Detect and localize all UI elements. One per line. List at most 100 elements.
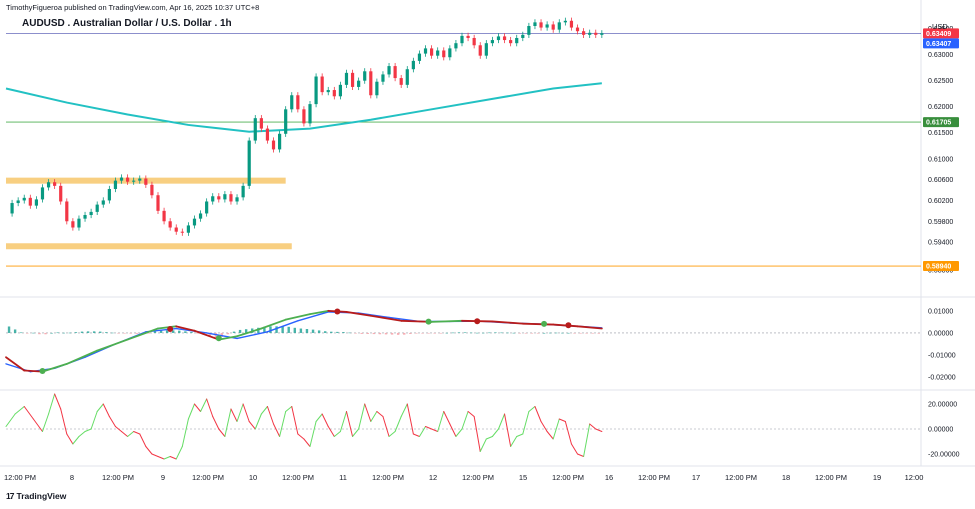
price-tick-label: 0.59400 bbox=[928, 240, 953, 247]
macd-histogram-bar bbox=[567, 332, 570, 334]
candle-body bbox=[308, 104, 312, 124]
price-tick-label: 0.62000 bbox=[928, 104, 953, 111]
candle-body bbox=[326, 90, 330, 93]
macd-histogram-bar bbox=[360, 332, 363, 334]
candle-body bbox=[107, 188, 111, 201]
macd-histogram-bar bbox=[105, 332, 108, 333]
time-tick-label: 11 bbox=[339, 473, 347, 482]
momentum-line bbox=[358, 403, 366, 430]
momentum-line bbox=[479, 438, 487, 452]
tradingview-brand[interactable]: 17 TradingView bbox=[6, 491, 66, 501]
price-tick-label: 0.62500 bbox=[928, 78, 953, 85]
price-tick-label: 0.61500 bbox=[928, 130, 953, 137]
candle-body bbox=[83, 215, 87, 219]
candle-body bbox=[150, 184, 154, 196]
candle-body bbox=[241, 185, 245, 198]
momentum-line bbox=[242, 403, 250, 422]
candle-body bbox=[259, 118, 263, 129]
macd-histogram-bar bbox=[390, 332, 394, 335]
macd-histogram-bar bbox=[482, 332, 485, 334]
candle-body bbox=[10, 203, 14, 214]
macd-histogram-bar bbox=[26, 332, 29, 334]
candle-body bbox=[278, 133, 282, 150]
momentum-line bbox=[78, 431, 86, 437]
macd-line bbox=[430, 319, 463, 323]
momentum-line bbox=[376, 411, 384, 417]
candle-body bbox=[46, 182, 51, 188]
momentum-line bbox=[90, 411, 98, 430]
macd-histogram-bar bbox=[500, 332, 503, 334]
momentum-line bbox=[121, 431, 129, 437]
momentum-line bbox=[303, 438, 311, 447]
momentum-line bbox=[114, 426, 123, 432]
candle-body bbox=[28, 197, 32, 206]
candle-body bbox=[381, 74, 385, 82]
momentum-tick-label: -20.00000 bbox=[928, 452, 960, 459]
momentum-line bbox=[14, 406, 25, 415]
momentum-line bbox=[163, 456, 171, 460]
support-resistance-zone bbox=[6, 243, 292, 250]
macd-histogram-bar bbox=[476, 332, 479, 334]
momentum-line bbox=[133, 431, 141, 435]
candle-body bbox=[132, 180, 136, 182]
macd-line bbox=[5, 356, 26, 372]
macd-cross-marker bbox=[541, 320, 548, 327]
time-tick-label: 12 bbox=[429, 473, 437, 482]
candle-body bbox=[588, 32, 592, 35]
macd-histogram-bar bbox=[135, 332, 138, 334]
price-tick-label: 0.63000 bbox=[928, 52, 953, 59]
symbol-title[interactable]: AUDUSD . Australian Dollar / U.S. Dollar… bbox=[22, 18, 232, 29]
candle-body bbox=[119, 177, 124, 181]
candle-body bbox=[594, 32, 598, 35]
candle-body bbox=[399, 78, 403, 85]
candle-body bbox=[22, 197, 26, 201]
candle-body bbox=[290, 95, 294, 110]
macd-histogram-bar bbox=[433, 332, 436, 334]
momentum-line bbox=[5, 413, 16, 427]
momentum-line bbox=[72, 436, 80, 445]
momentum-line bbox=[352, 428, 360, 437]
momentum-line bbox=[449, 423, 457, 437]
chart-canvas[interactable]: 0.635000.630000.625000.620000.615000.610… bbox=[0, 0, 975, 509]
macd-histogram-bar bbox=[92, 331, 96, 333]
macd-histogram-bar bbox=[293, 327, 296, 333]
candle-body bbox=[484, 43, 488, 56]
macd-histogram-bar bbox=[336, 331, 339, 333]
candle-body bbox=[338, 84, 342, 97]
candle-body bbox=[211, 196, 215, 202]
candle-body bbox=[575, 27, 580, 32]
macd-histogram-bar bbox=[536, 332, 540, 334]
macd-histogram-bar bbox=[74, 332, 78, 333]
time-tick-label: 12:00 PM bbox=[4, 473, 36, 482]
candle-body bbox=[363, 71, 367, 81]
macd-histogram-bar bbox=[409, 332, 412, 334]
momentum-line bbox=[522, 411, 530, 435]
macd-line bbox=[576, 325, 603, 330]
macd-histogram-bar bbox=[178, 330, 181, 333]
momentum-line bbox=[564, 421, 572, 445]
time-axis: 12:00 PM 8 12:00 PM 9 12:00 PM 10 12:00 PM 11 12… bbox=[4, 473, 923, 482]
candle-body bbox=[527, 26, 531, 35]
candle-body bbox=[205, 201, 209, 214]
momentum-line bbox=[224, 408, 232, 437]
momentum-line bbox=[327, 426, 335, 437]
macd-histogram-bar bbox=[396, 332, 400, 335]
price-pane: 0.635000.630000.625000.620000.615000.610… bbox=[5, 17, 959, 275]
candle-body bbox=[454, 43, 458, 49]
candle-body bbox=[472, 37, 476, 46]
momentum-line bbox=[546, 431, 554, 440]
time-tick-label: 16 bbox=[605, 473, 613, 482]
momentum-line bbox=[23, 406, 34, 420]
tradingview-logo-icon: 17 bbox=[6, 491, 15, 501]
candle-body bbox=[393, 66, 397, 79]
momentum-line bbox=[127, 431, 135, 437]
momentum-line bbox=[491, 428, 499, 437]
candle-body bbox=[34, 199, 38, 206]
momentum-line bbox=[510, 436, 518, 447]
brand-name: TradingView bbox=[16, 491, 67, 501]
candle-body bbox=[320, 76, 324, 93]
momentum-tick-label: 20.00000 bbox=[928, 402, 957, 409]
momentum-line bbox=[60, 408, 68, 435]
candle-body bbox=[533, 22, 537, 26]
price-tag-label: 0.63409 bbox=[926, 31, 951, 38]
